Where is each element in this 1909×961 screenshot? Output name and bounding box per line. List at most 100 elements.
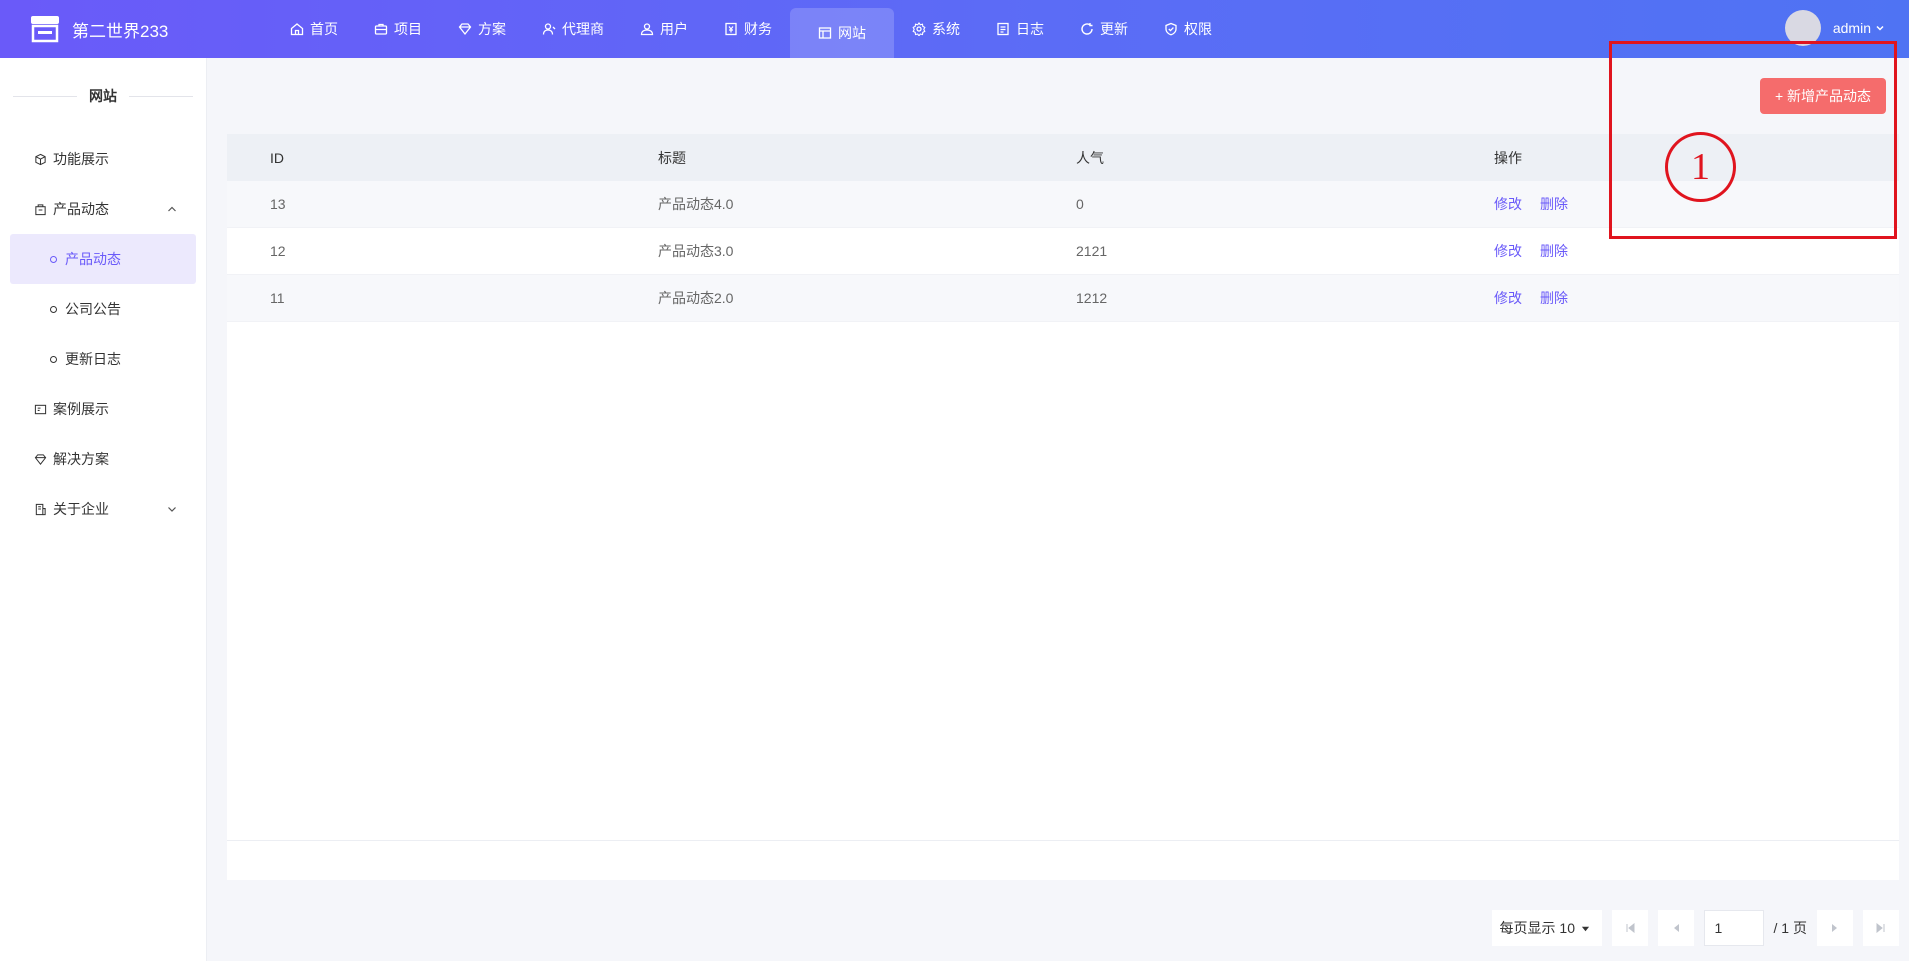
delete-link[interactable]: 删除 xyxy=(1540,288,1568,308)
finance-icon xyxy=(725,22,737,36)
nav-label: 首页 xyxy=(310,21,338,37)
annotation-number-badge: 1 xyxy=(1665,132,1736,202)
sidebar-item-label: 功能展示 xyxy=(53,151,109,167)
nav-label: 日志 xyxy=(1016,21,1044,37)
annotation-highlight-box xyxy=(1609,41,1897,239)
sidebar-subitem-label: 公司公告 xyxy=(65,301,121,317)
bullet-dot xyxy=(50,305,57,313)
sidebar-subitem-changelog[interactable]: 更新日志 xyxy=(0,334,206,384)
nav-home[interactable]: 首页 xyxy=(272,0,356,58)
page-total: / 1 页 xyxy=(1773,920,1807,936)
last-page-icon xyxy=(1876,923,1885,933)
sidebar-title-text: 网站 xyxy=(89,88,117,104)
table-footer xyxy=(227,840,1899,880)
nav-project[interactable]: 项目 xyxy=(356,0,440,58)
last-page-button[interactable] xyxy=(1863,910,1899,946)
edit-link[interactable]: 修改 xyxy=(1494,288,1522,308)
shield-icon xyxy=(1165,22,1177,36)
diamond-icon xyxy=(458,23,472,36)
sidebar-item-solutions[interactable]: 解决方案 xyxy=(0,434,206,484)
store-logo-icon xyxy=(31,16,59,43)
brand[interactable]: 第二世界233 xyxy=(30,14,168,44)
diamond-icon xyxy=(34,453,47,465)
nav-log[interactable]: 日志 xyxy=(978,0,1062,58)
bag-icon xyxy=(35,203,46,215)
page-number-input[interactable] xyxy=(1703,910,1764,946)
nav-permission[interactable]: 权限 xyxy=(1146,0,1230,58)
sidebar-item-label: 关于企业 xyxy=(53,501,109,517)
next-page-button[interactable] xyxy=(1817,910,1853,946)
prev-page-button[interactable] xyxy=(1657,910,1694,946)
cell-popularity: 1212 xyxy=(1076,290,1108,306)
cell-actions: 修改 删除 xyxy=(1494,194,1568,214)
sidebar-subitem-label: 更新日志 xyxy=(65,351,121,367)
cell-title: 产品动态2.0 xyxy=(658,290,734,306)
gear-icon xyxy=(912,22,926,36)
sidebar-item-cases[interactable]: 案例展示 xyxy=(0,384,206,434)
main-nav: 首页 项目 方案 代理商 用户 财务 网站 系统 日志 更新 权限 xyxy=(272,0,1230,58)
briefcase-icon xyxy=(374,23,388,35)
sidebar-item-product-news[interactable]: 产品动态 xyxy=(0,184,206,234)
app-name: 第二世界233 xyxy=(72,21,169,41)
delete-link[interactable]: 删除 xyxy=(1540,241,1568,261)
nav-website[interactable]: 网站 xyxy=(790,8,894,58)
nav-agent[interactable]: 代理商 xyxy=(524,0,622,58)
nav-label: 更新 xyxy=(1100,21,1128,37)
nav-users[interactable]: 用户 xyxy=(622,0,706,58)
nav-label: 项目 xyxy=(394,21,422,37)
sidebar-subitem-company-notice[interactable]: 公司公告 xyxy=(0,284,206,334)
cube-icon xyxy=(35,153,46,165)
nav-label: 网站 xyxy=(838,25,866,41)
nav-label: 权限 xyxy=(1184,21,1212,37)
edit-link[interactable]: 修改 xyxy=(1494,194,1522,214)
sidebar-subitem-label: 产品动态 xyxy=(65,251,121,267)
chevron-up-icon xyxy=(168,206,176,212)
sidebar-item-about[interactable]: 关于企业 xyxy=(0,484,206,534)
website-icon xyxy=(818,27,832,39)
prev-page-icon xyxy=(1673,924,1679,932)
nav-update[interactable]: 更新 xyxy=(1062,0,1146,58)
nav-finance[interactable]: 财务 xyxy=(706,0,790,58)
sidebar-subitem-product-news[interactable]: 产品动态 xyxy=(10,234,196,284)
page-size-select[interactable]: 每页显示 10 xyxy=(1491,910,1602,946)
cell-actions: 修改 删除 xyxy=(1494,288,1568,308)
nav-label: 方案 xyxy=(478,21,506,37)
cell-title: 产品动态4.0 xyxy=(658,196,734,212)
nav-label: 系统 xyxy=(932,21,960,37)
pagination: 每页显示 10 / 1 页 xyxy=(1491,910,1899,946)
nav-label: 用户 xyxy=(660,21,688,37)
cell-popularity: 2121 xyxy=(1076,243,1108,259)
column-header-popularity[interactable]: 人气 xyxy=(1076,148,1104,168)
column-header-title[interactable]: 标题 xyxy=(658,148,686,168)
sidebar-item-label: 案例展示 xyxy=(53,401,109,417)
case-icon xyxy=(34,404,47,414)
users-icon xyxy=(640,23,654,36)
home-icon xyxy=(290,23,304,36)
page-size-label: 每页显示 10 xyxy=(1499,920,1575,936)
divider xyxy=(129,95,193,97)
cell-actions: 修改 删除 xyxy=(1494,241,1568,261)
chevron-down-icon xyxy=(1876,25,1884,31)
column-header-id[interactable]: ID xyxy=(270,150,284,166)
agent-icon xyxy=(542,23,556,35)
cell-id: 12 xyxy=(270,243,286,259)
first-page-button[interactable] xyxy=(1611,910,1648,946)
edit-link[interactable]: 修改 xyxy=(1494,241,1522,261)
table-row[interactable]: 11 产品动态2.0 1212 修改 删除 xyxy=(227,275,1899,322)
sidebar-item-features[interactable]: 功能展示 xyxy=(0,134,206,184)
cell-popularity: 0 xyxy=(1076,196,1084,212)
data-table: ID 标题 人气 操作 13 产品动态4.0 0 修改 删除 12 产品动态3.… xyxy=(227,134,1899,880)
sidebar-item-label: 解决方案 xyxy=(53,451,109,467)
nav-system[interactable]: 系统 xyxy=(894,0,978,58)
sidebar-item-label: 产品动态 xyxy=(53,201,109,217)
nav-plan[interactable]: 方案 xyxy=(440,0,524,58)
username: admin xyxy=(1832,20,1871,36)
delete-link[interactable]: 删除 xyxy=(1540,194,1568,214)
building-icon xyxy=(35,503,46,515)
user-menu[interactable]: admin xyxy=(1784,10,1885,46)
cell-id: 13 xyxy=(270,196,286,212)
cell-id: 11 xyxy=(270,290,285,306)
sidebar-title: 网站 xyxy=(0,58,206,134)
refresh-icon xyxy=(1081,23,1093,35)
nav-label: 代理商 xyxy=(562,21,604,37)
